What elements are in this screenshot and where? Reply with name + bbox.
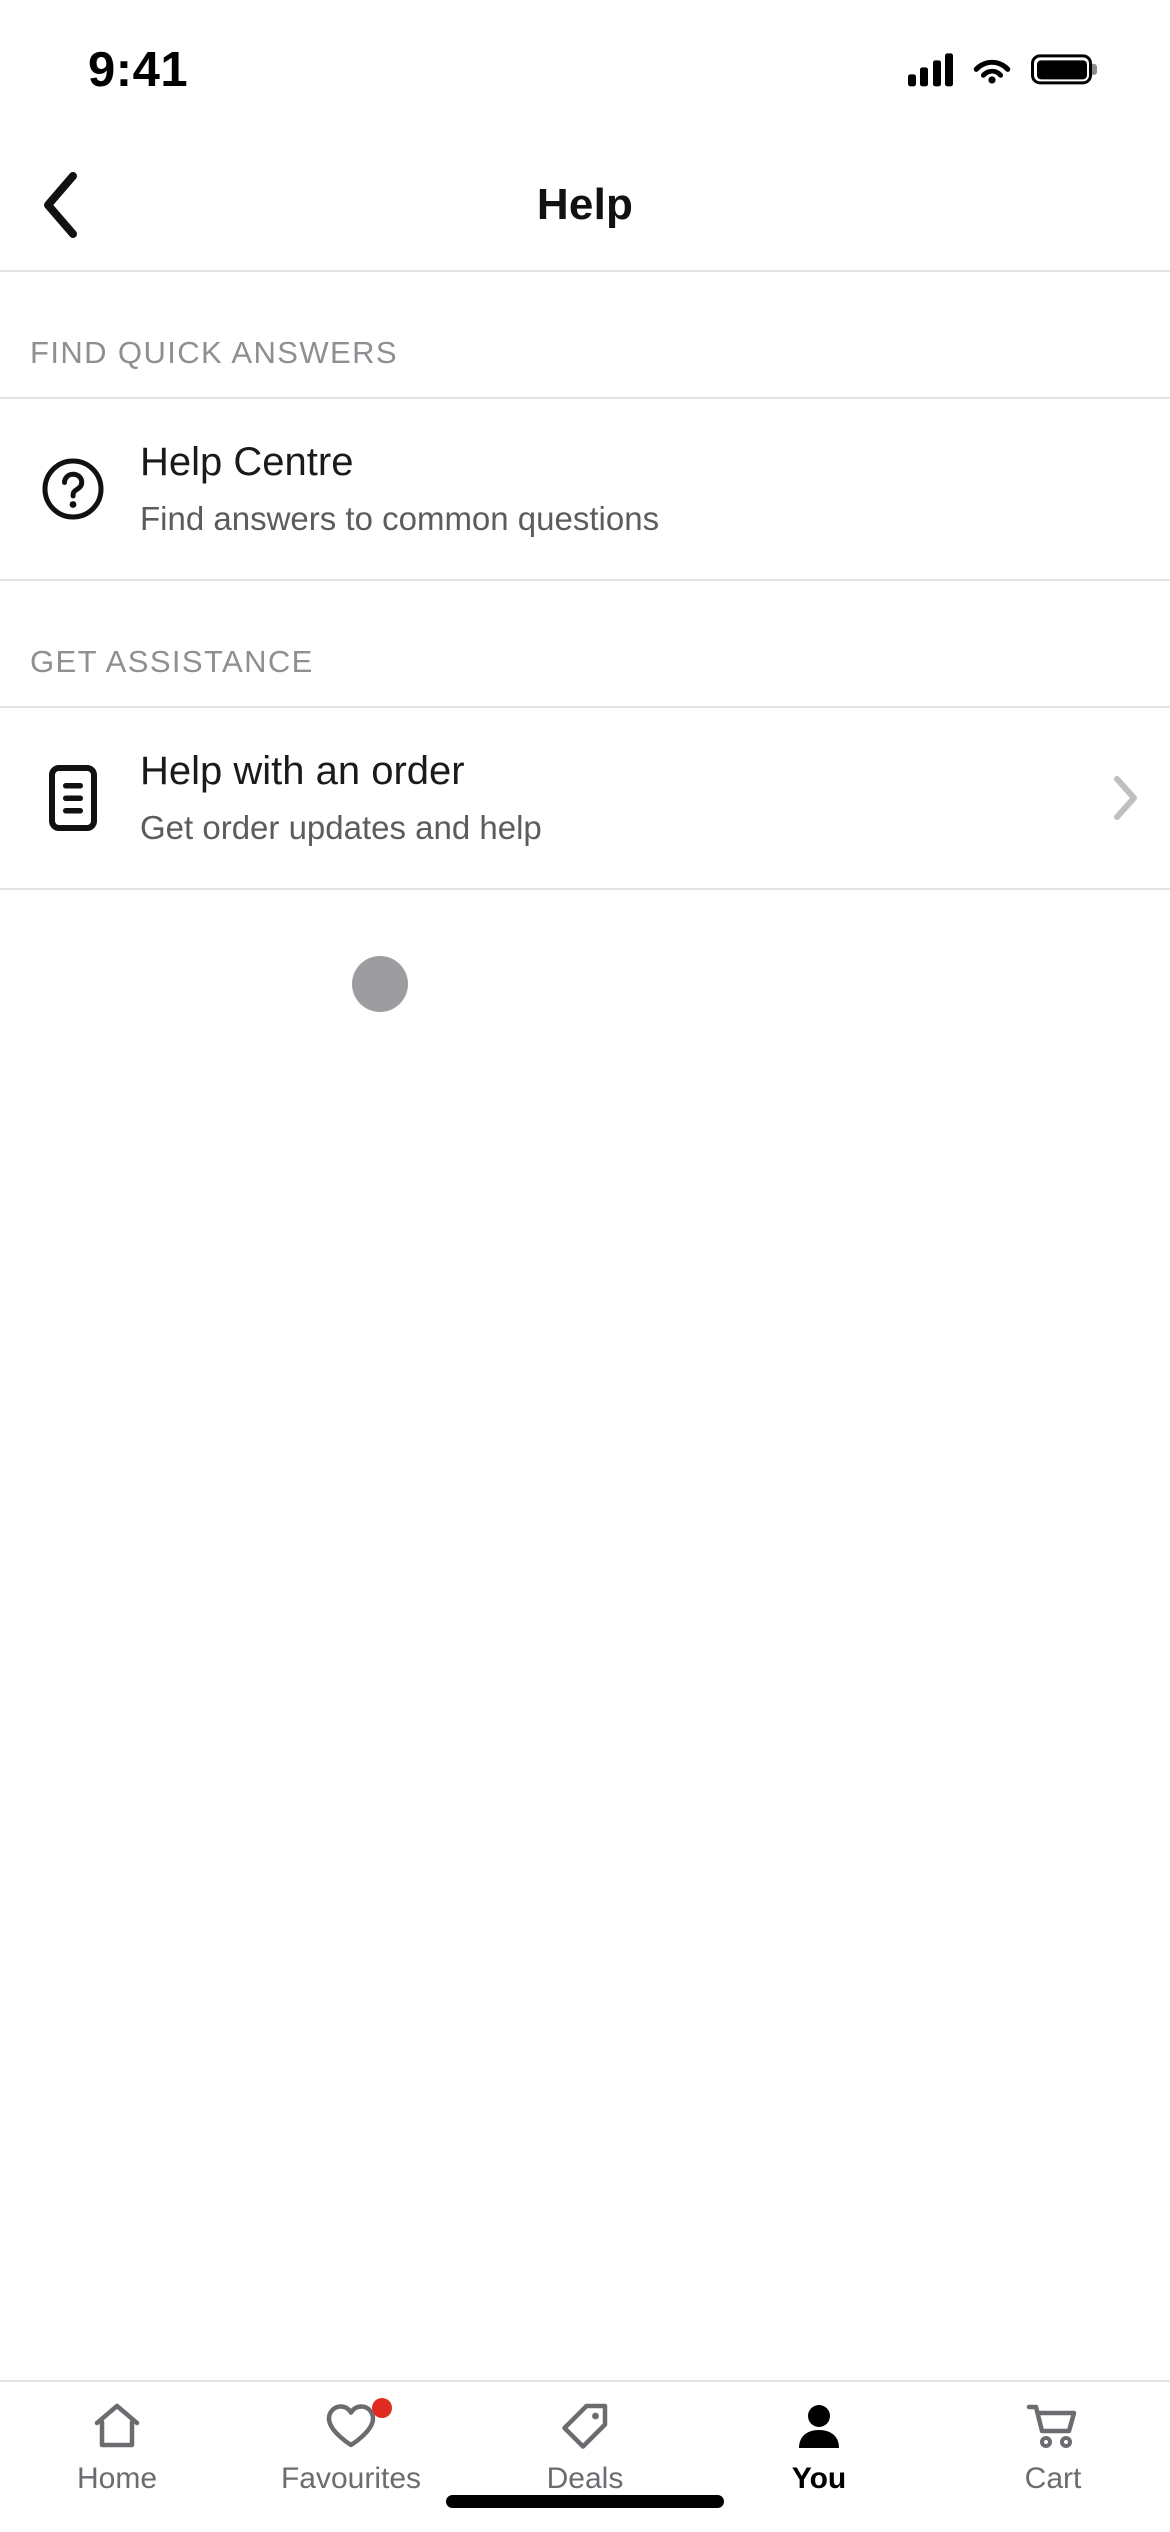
loading-dot — [352, 956, 408, 1013]
navigation-bar: Help — [0, 140, 1170, 272]
bottom-tab-bar: Home Favourites Deals You Cart — [0, 2380, 1170, 2532]
tab-you[interactable]: You — [702, 2400, 936, 2496]
notification-badge — [372, 2398, 392, 2418]
tab-label: Deals — [546, 2462, 624, 2495]
chevron-left-icon — [44, 172, 77, 238]
list-item-help-with-an-order[interactable]: Help with an order Get order updates and… — [0, 708, 1170, 889]
tab-favourites[interactable]: Favourites — [234, 2398, 468, 2496]
list-item-subtitle: Get order updates and help — [140, 809, 542, 847]
home-indicator-bar — [446, 2495, 724, 2508]
tab-label: Cart — [1024, 2462, 1082, 2495]
list-item-subtitle: Find answers to common questions — [140, 500, 660, 538]
list-item-title: Help with an order — [140, 749, 465, 794]
app-screen: 9:41 Help FIND QUICK ANSWERS Help Centre… — [0, 0, 1170, 2532]
home-icon — [91, 2400, 143, 2452]
cart-icon — [1025, 2400, 1081, 2452]
chevron-right-icon — [1080, 775, 1140, 821]
battery-full-icon — [1031, 54, 1092, 85]
help-content: FIND QUICK ANSWERS Help Centre Find answ… — [0, 272, 1170, 2380]
status-bar: 9:41 — [0, 0, 1170, 140]
back-button[interactable] — [14, 159, 106, 251]
question-mark-circle-icon — [30, 456, 116, 522]
heart-icon — [324, 2398, 392, 2452]
loading-area — [0, 890, 1170, 1790]
section-header-get-assistance: GET ASSISTANCE — [30, 644, 314, 680]
list-item-help-centre[interactable]: Help Centre Find answers to common quest… — [0, 399, 1170, 580]
tab-label: Home — [76, 2462, 158, 2495]
tab-cart[interactable]: Cart — [936, 2400, 1170, 2496]
status-bar-time: 9:41 — [88, 43, 189, 97]
list-item-title: Help Centre — [140, 440, 354, 484]
person-icon — [793, 2400, 845, 2452]
tab-label: You — [791, 2462, 847, 2495]
list-item-text: Help Centre Find answers to common quest… — [116, 437, 1140, 541]
tab-home[interactable]: Home — [0, 2400, 234, 2496]
page-title: Help — [536, 180, 634, 229]
tag-icon — [559, 2400, 611, 2452]
wifi-icon — [973, 59, 1011, 84]
status-bar-indicators — [907, 52, 1092, 87]
tab-deals[interactable]: Deals — [468, 2400, 702, 2496]
document-list-icon — [30, 763, 116, 833]
section-header-find-quick-answers: FIND QUICK ANSWERS — [30, 335, 398, 370]
list-item-text: Help with an order Get order updates and… — [116, 746, 1080, 850]
cellular-bars-icon — [907, 52, 953, 87]
tab-label: Favourites — [280, 2462, 422, 2495]
